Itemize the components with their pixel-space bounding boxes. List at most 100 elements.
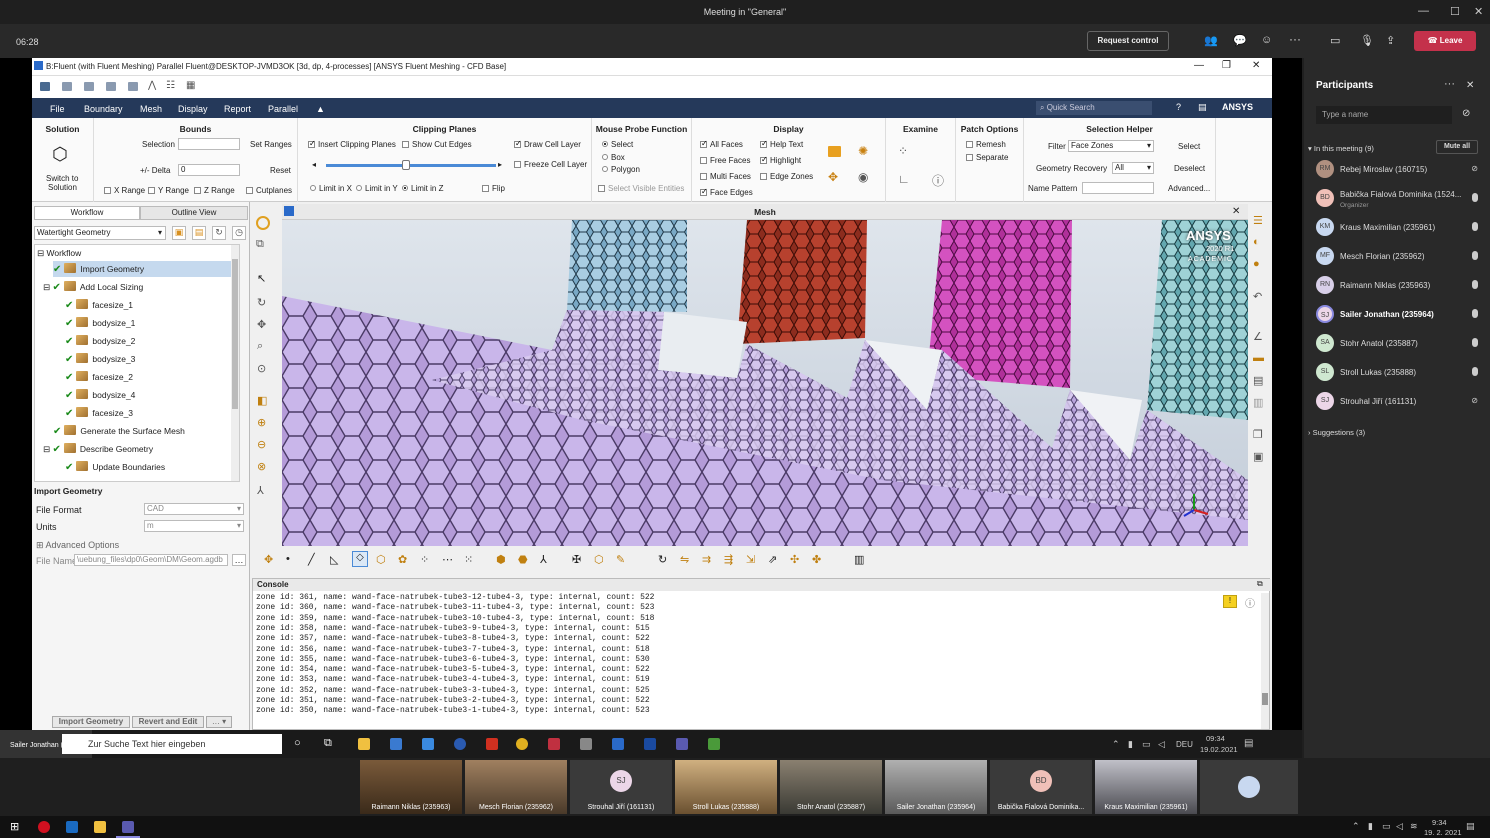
remesh-checkbox[interactable]: Remesh [966, 140, 1006, 149]
units-dropdown[interactable]: m ▾ [144, 520, 244, 532]
slider-right-icon[interactable]: ▸ [498, 160, 502, 169]
select-radio[interactable]: Select [602, 140, 633, 149]
workbench-icon[interactable] [580, 738, 592, 750]
box-radio[interactable]: Box [602, 153, 625, 162]
edge-zones-checkbox[interactable]: Edge Zones [760, 172, 813, 181]
tree-item-facesize-3[interactable]: ✔ facesize_3 [65, 405, 133, 421]
cutplanes-checkbox[interactable]: Cutplanes [246, 186, 292, 195]
acrobat-icon[interactable] [486, 738, 498, 750]
fluent-close-icon[interactable]: ✕ [1252, 60, 1260, 71]
clock-icon[interactable]: ◷ [232, 226, 246, 240]
folder-icon[interactable]: ▣ [172, 226, 186, 240]
notes-icon[interactable]: ▤ [1253, 374, 1263, 387]
deselect-button[interactable]: Deselect [1174, 164, 1205, 173]
ruler-icon[interactable]: ▬ [1253, 352, 1264, 364]
split-icon[interactable]: ⇶ [724, 553, 733, 566]
tree-item-bodysize-4[interactable]: ✔ bodysize_4 [65, 387, 135, 403]
viewport-close-icon[interactable]: ✕ [1232, 204, 1240, 220]
windows-search-input[interactable]: Zur Suche Text hier eingeben [62, 734, 282, 754]
mail-icon[interactable] [422, 738, 434, 750]
clip-slider-thumb[interactable] [402, 160, 410, 170]
object-icon[interactable]: ⬢ [496, 553, 506, 566]
participant-item[interactable]: SA Stohr Anatol (235887) [1312, 332, 1482, 356]
select-button[interactable]: Select [1178, 142, 1200, 151]
mic-off-icon[interactable]: 🎙 [1360, 34, 1374, 47]
console-detach-icon[interactable]: ⧉ [1257, 579, 1263, 589]
filter-dropdown[interactable]: Face Zones ▾ [1068, 140, 1154, 152]
copy-icon[interactable]: ❐ [1253, 428, 1263, 441]
tree-item-local-sizing[interactable]: ⊟ ✔ Add Local Sizing [43, 279, 143, 295]
video-tile[interactable]: BD Babička Fialová Dominika... [990, 760, 1092, 814]
print-view-icon[interactable]: ▥ [1253, 396, 1263, 409]
edit-icon[interactable]: ✎ [616, 553, 625, 566]
measure-icon[interactable]: ∟ [898, 172, 910, 186]
share-invite-icon[interactable]: ⊘ [1462, 108, 1470, 119]
tray-language[interactable]: DEU [1176, 740, 1193, 749]
maximize-icon[interactable]: ☐ [1450, 5, 1460, 18]
print-icon[interactable] [84, 82, 94, 91]
opera-icon[interactable] [38, 821, 50, 833]
panel-icon[interactable]: ▦ [186, 80, 195, 91]
view-icon[interactable]: ◉ [858, 170, 868, 184]
smooth-icon[interactable]: ✣ [790, 553, 799, 566]
select-edge-icon[interactable]: ╱ [308, 553, 315, 566]
tree-item-workflow[interactable]: ⊟ Workflow [37, 245, 81, 261]
highlight-checkbox[interactable]: Highlight [760, 155, 801, 165]
participant-item[interactable]: KM Kraus Maximilian (235961) [1312, 216, 1482, 240]
menu-report[interactable]: Report [224, 104, 251, 114]
zoom-in-icon[interactable]: ⊕ [257, 416, 266, 429]
swap-icon[interactable]: ⇋ [680, 553, 689, 566]
zoom-fit-icon[interactable]: ⊗ [257, 460, 266, 473]
self-video-tile[interactable] [1200, 760, 1298, 814]
chat-icon[interactable]: 💬 [1233, 34, 1247, 47]
leave-button[interactable]: ☎ Leave [1414, 31, 1476, 51]
freeze-cell-layer-checkbox[interactable]: Freeze Cell Layer [514, 160, 587, 169]
participant-item[interactable]: RM Rebej Miroslav (160715) ⊘ [1312, 158, 1482, 182]
y-range-checkbox[interactable]: Y Range [148, 186, 189, 195]
limit-z-radio[interactable]: Limit in Z [402, 184, 443, 193]
participant-search-input[interactable]: Type a name [1316, 106, 1452, 124]
display-zone-icon[interactable] [828, 146, 841, 157]
x-range-checkbox[interactable]: X Range [104, 186, 145, 195]
select-nodes-icon[interactable]: ⁘ [420, 553, 429, 566]
light-icon[interactable]: ◐ [1253, 236, 1260, 248]
layout-icon[interactable]: ⋀ [148, 80, 156, 91]
delete-icon[interactable]: ▥ [854, 553, 864, 566]
slider-left-icon[interactable]: ◂ [312, 160, 316, 169]
video-tile[interactable]: Sailer Jonathan (235964) [885, 760, 987, 814]
tree-item-update-boundaries[interactable]: ✔ Update Boundaries [65, 459, 165, 475]
quick-search-input[interactable]: ⌕ Quick Search [1036, 101, 1152, 115]
file-format-dropdown[interactable]: CAD ▾ [144, 503, 244, 515]
refine-icon[interactable]: ✤ [812, 553, 821, 566]
refresh-icon[interactable]: ↻ [212, 226, 226, 240]
select-point-icon[interactable]: • [286, 553, 290, 565]
name-pattern-input[interactable] [1082, 182, 1154, 194]
video-tile[interactable]: Stroll Lukas (235888) [675, 760, 777, 814]
tray-display-icon[interactable]: ▭ [1382, 821, 1391, 832]
save-icon[interactable] [62, 82, 72, 91]
outlook-icon[interactable] [66, 821, 78, 833]
tray-chevron-icon[interactable]: ⌃ [1112, 739, 1120, 750]
rotate-icon[interactable]: ↻ [257, 296, 266, 309]
project-icon[interactable]: ⇗ [768, 553, 777, 566]
menu-display[interactable]: Display [178, 104, 208, 114]
tree-item-import-geometry[interactable]: ✔ Import Geometry [53, 261, 239, 277]
tree-item-surface-mesh[interactable]: ✔ Generate the Surface Mesh [53, 423, 185, 439]
participant-item[interactable]: SJ Strouhal Jiří (161131) ⊘ [1312, 390, 1482, 414]
android-icon[interactable] [708, 738, 720, 750]
rotate-sel-icon[interactable]: ↻ [658, 553, 667, 566]
start-icon[interactable]: ⊞ [10, 820, 19, 833]
teams-taskbar-icon[interactable] [122, 821, 134, 833]
tray-wifi-icon[interactable]: ≋ [1410, 821, 1418, 832]
select-grid-icon[interactable]: ⁙ [464, 553, 473, 566]
all-faces-checkbox[interactable]: All Faces [700, 139, 743, 149]
zoom-region-icon[interactable]: ⌕ [257, 340, 263, 353]
orbit-icon[interactable] [256, 216, 270, 230]
notification-icon[interactable]: ▤ [1244, 738, 1253, 749]
video-tile[interactable]: Stohr Anatol (235887) [780, 760, 882, 814]
chart-icon[interactable]: ∠ [1253, 330, 1263, 343]
zoom-out-icon[interactable]: ⊖ [257, 438, 266, 451]
tray-mic2-icon[interactable]: ▮ [1368, 821, 1373, 832]
chrome-icon[interactable] [516, 738, 528, 750]
multi-faces-checkbox[interactable]: Multi Faces [700, 172, 751, 181]
